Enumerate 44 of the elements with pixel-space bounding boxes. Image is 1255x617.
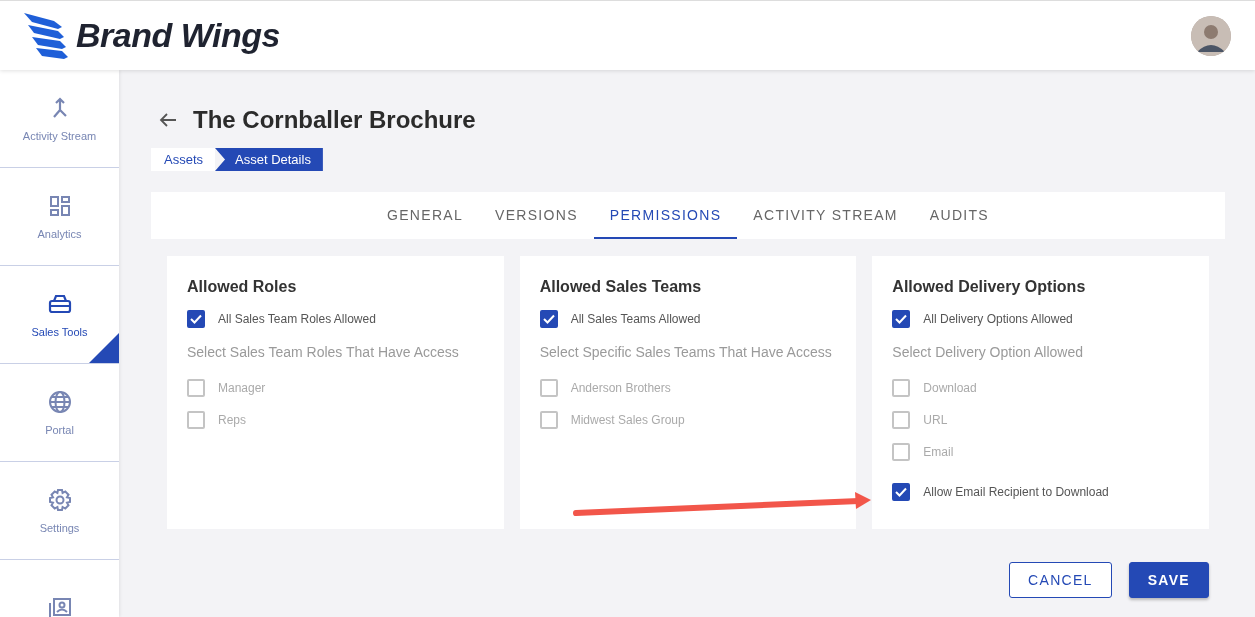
checkbox[interactable] (539, 310, 558, 328)
globe-icon (47, 389, 72, 414)
brand-name: Brand Wings (76, 16, 280, 55)
dashboard-icon (47, 193, 72, 218)
checkbox-label: All Sales Team Roles Allowed (218, 312, 376, 326)
checkbox-label: Email (923, 445, 954, 459)
settings-icon (47, 487, 72, 512)
checkbox[interactable] (187, 310, 205, 328)
page-title: The Cornballer Brochure (193, 106, 476, 134)
sidebar-item[interactable]: Portal (0, 364, 119, 462)
user-avatar[interactable] (1191, 15, 1231, 56)
section-label: Select Specific Sales Teams That Have Access (539, 344, 833, 361)
portrait-library-icon (47, 596, 72, 617)
sidebar-item[interactable]: Activity Stream (0, 70, 119, 168)
logo-icon (24, 12, 70, 59)
checkbox[interactable] (892, 310, 911, 328)
card-title: Allowed Sales Teams (539, 278, 703, 296)
checkbox-label: Anderson Brothers (570, 381, 671, 395)
checkbox[interactable] (892, 483, 911, 501)
checkbox-label: Midwest Sales Group (570, 413, 685, 427)
checkbox-label: Allow Email Recipient to Download (923, 485, 1109, 499)
tab[interactable]: GENERAL (371, 192, 480, 239)
card-title: Allowed Roles (187, 278, 298, 296)
checkbox-label: All Sales Teams Allowed (570, 312, 701, 326)
cancel-button[interactable]: CANCEL (1009, 562, 1112, 598)
save-button[interactable]: SAVE (1128, 562, 1209, 598)
checkbox-label: All Delivery Options Allowed (923, 312, 1073, 326)
sidebar-item[interactable]: Settings (0, 462, 119, 560)
tab[interactable]: PERMISSIONS (593, 192, 738, 239)
sidebar-item[interactable]: Analytics (0, 168, 119, 266)
tab[interactable]: VERSIONS (479, 192, 594, 239)
breadcrumb-link[interactable]: Assets (151, 148, 215, 171)
section-label: Select Sales Team Roles That Have Access (187, 344, 460, 361)
section-label: Select Delivery Option Allowed (892, 344, 1084, 361)
back-arrow-icon[interactable] (159, 112, 177, 128)
tab[interactable]: ACTIVITY STREAM (737, 192, 914, 239)
tab[interactable]: AUDITS (913, 192, 1005, 239)
sidebar-item[interactable]: Sales Tools (0, 266, 119, 364)
card-title: Allowed Delivery Options (892, 278, 1087, 296)
checkbox-label: Manager (218, 381, 266, 395)
checkbox-label: URL (923, 413, 948, 427)
breadcrumb-link[interactable]: Asset Details (215, 148, 323, 171)
checkbox-label: Download (923, 381, 977, 395)
checkbox-label: Reps (218, 413, 246, 427)
